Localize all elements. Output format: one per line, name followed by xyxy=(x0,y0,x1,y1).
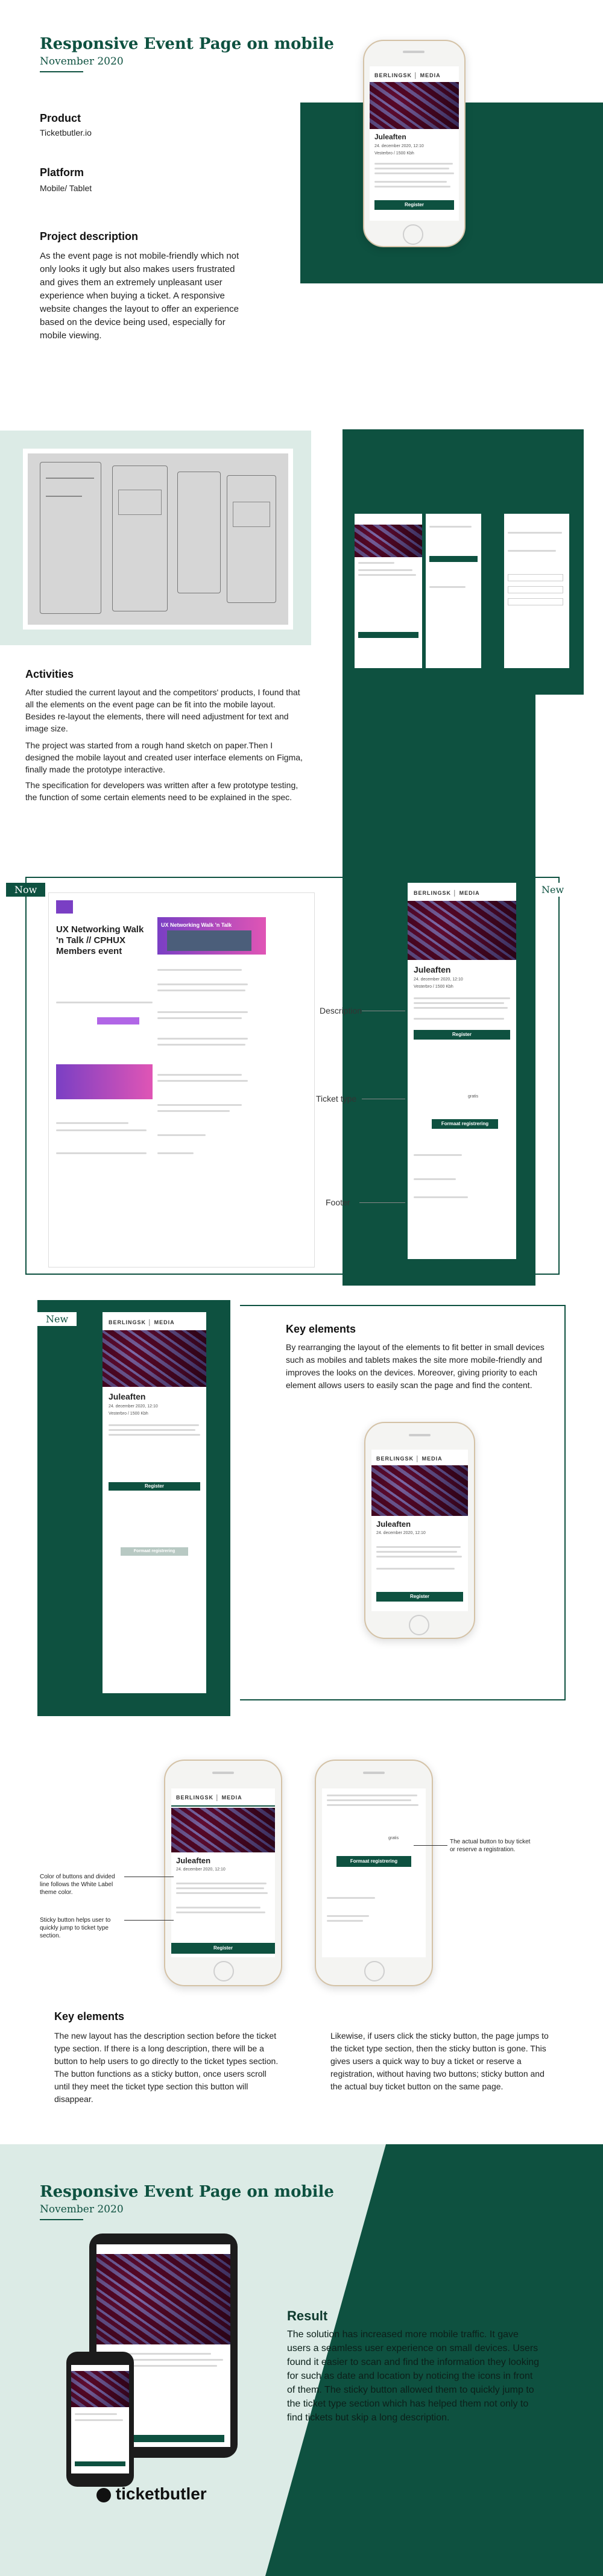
result-heading: Result xyxy=(287,2308,328,2323)
old-nav-title: UX Networking Walk 'n Talk xyxy=(161,922,232,928)
now-tag: Now xyxy=(6,883,46,897)
key1-new-tag: New xyxy=(37,1312,77,1326)
result-text: The solution has increased more mobile t… xyxy=(287,2329,540,2423)
sticky-phone-brand: BERLINGSK │ MEDIA xyxy=(176,1795,242,1801)
new-layout-event-name: Juleaften xyxy=(414,965,451,974)
ticketbutler-logo-text: ticketbutler xyxy=(115,2484,207,2503)
new-layout-venue: Vesterbro / 1500 Kbh xyxy=(414,985,453,989)
new-tag: New xyxy=(533,883,573,897)
key1-venue: Vesterbro / 1500 Kbh xyxy=(109,1412,148,1416)
product-label: Product xyxy=(40,112,81,124)
new-layout: BERLINGSK │ MEDIA Juleaften 24. december… xyxy=(408,883,516,1259)
key1-title: Key elements xyxy=(286,1323,356,1335)
activities-p3: The specification for developers was wri… xyxy=(25,780,298,802)
ticket-price: gratis xyxy=(388,1836,399,1840)
hero-phone: BERLINGSK │ MEDIA Juleaften 24. december… xyxy=(363,40,466,247)
mockup-screen-3 xyxy=(504,514,569,668)
callout-color: Color of buttons and divided line follow… xyxy=(40,1874,115,1896)
sticky-phone-date: 24. december 2020, 12:10 xyxy=(176,1867,226,1872)
key1-formaat-button[interactable]: Formaat registrering xyxy=(121,1547,188,1556)
description-label: Project description xyxy=(40,230,139,242)
activities-p2: The project was started from a rough han… xyxy=(25,740,303,774)
key1-phone: BERLINGSK │ MEDIA Juleaften 24. december… xyxy=(364,1422,475,1639)
key1-event-name: Juleaften xyxy=(109,1392,146,1401)
key1-brand: BERLINGSK │ MEDIA xyxy=(109,1319,175,1325)
new-layout-formaat-button[interactable]: Formaat registrering xyxy=(432,1119,498,1129)
key1-phone-register[interactable]: Register xyxy=(376,1592,463,1602)
new-layout-brand: BERLINGSK │ MEDIA xyxy=(414,890,480,896)
ticket-phone: gratis Formaat registrering xyxy=(315,1760,433,1986)
sticky-phone: BERLINGSK │ MEDIA Juleaften 24. december… xyxy=(164,1760,282,1986)
ticketbutler-logo-icon xyxy=(96,2487,111,2502)
mockup-screen-1 xyxy=(355,514,422,668)
new-layout-register-button[interactable]: Register xyxy=(414,1030,510,1040)
activities-p1: After studied the current layout and the… xyxy=(25,687,300,733)
mockup-screen-2 xyxy=(426,514,481,668)
annotation-ticket-type: Ticket type xyxy=(316,1094,357,1103)
key1-date: 24. december 2020, 12:10 xyxy=(109,1404,158,1409)
old-event-title: UX Networking Walk 'n Talk // CPHUX Memb… xyxy=(56,924,144,956)
key2-text-left: The new layout has the description secti… xyxy=(54,2031,279,2104)
product-value: Ticketbutler.io xyxy=(40,128,92,137)
key1-phone-brand: BERLINGSK │ MEDIA xyxy=(376,1456,443,1462)
key1-phone-event-name: Juleaften xyxy=(376,1520,411,1529)
register-button[interactable]: Register xyxy=(374,200,454,210)
event-date: 24. december 2020, 12:10 xyxy=(374,144,424,148)
key2-text-right: Likewise, if users click the sticky butt… xyxy=(330,2031,549,2091)
formaat-registration-button[interactable]: Formaat registrering xyxy=(336,1856,411,1867)
description-text: As the event page is not mobile-friendly… xyxy=(40,251,239,341)
new-layout-price: gratis xyxy=(468,1094,479,1099)
key1-text: By rearranging the layout of the element… xyxy=(286,1342,545,1390)
annotation-footer: Footer xyxy=(326,1198,350,1207)
callout-sticky: Sticky button helps user to quickly jump… xyxy=(40,1917,111,1939)
new-layout-date: 24. december 2020, 12:10 xyxy=(414,977,463,982)
sketch-photo xyxy=(23,449,293,630)
page-date: November 2020 xyxy=(40,55,124,68)
platform-label: Platform xyxy=(40,166,84,178)
small-phone xyxy=(66,2352,134,2487)
title-divider xyxy=(40,71,83,72)
result-title: Responsive Event Page on mobile xyxy=(40,2183,334,2201)
activities-title: Activities xyxy=(25,668,74,680)
key1-register-button[interactable]: Register xyxy=(109,1482,200,1491)
sticky-register-button[interactable]: Register xyxy=(171,1943,275,1954)
event-image xyxy=(370,82,459,129)
old-layout: UX Networking Walk 'n Talk // CPHUX Memb… xyxy=(48,892,315,1267)
brand-logo: BERLINGSK │ MEDIA xyxy=(374,72,441,78)
result-date: November 2020 xyxy=(40,2203,124,2215)
hero-phone-screen: BERLINGSK │ MEDIA Juleaften 24. december… xyxy=(370,66,459,221)
event-name: Juleaften xyxy=(374,133,406,141)
key2-title: Key elements xyxy=(54,2010,125,2022)
platform-value: Mobile/ Tablet xyxy=(40,183,92,193)
ticketbutler-logo: ticketbutler xyxy=(96,2484,207,2504)
annotation-description: Description xyxy=(320,1006,362,1015)
key1-screen: BERLINGSK │ MEDIA Juleaften 24. december… xyxy=(103,1312,206,1693)
sticky-phone-event-name: Juleaften xyxy=(176,1856,211,1865)
event-venue: Vesterbro / 1500 Kbh xyxy=(374,151,414,156)
callout-actual-button: The actual button to buy ticket or reser… xyxy=(450,1839,531,1853)
page-title: Responsive Event Page on mobile xyxy=(40,35,334,53)
key1-phone-date: 24. december 2020, 12:10 xyxy=(376,1531,426,1535)
